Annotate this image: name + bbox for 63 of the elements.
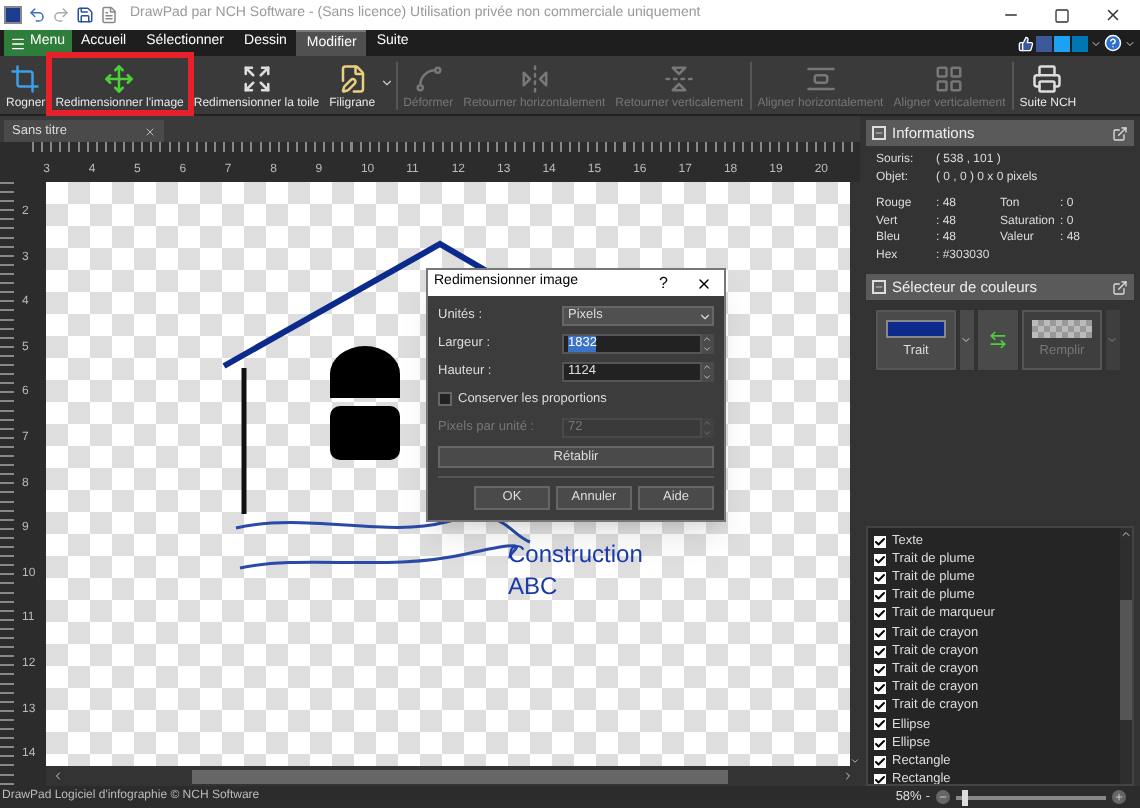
zoom-in-button[interactable] <box>1112 790 1126 804</box>
scroll-up-icon[interactable] <box>1120 528 1132 540</box>
printer-icon <box>1032 64 1063 94</box>
swap-colors-button[interactable] <box>978 310 1018 370</box>
canvas-text: ABC <box>508 570 560 602</box>
undock-icon[interactable] <box>1112 279 1128 295</box>
scroll-left-icon[interactable] <box>52 770 64 782</box>
checkbox[interactable] <box>874 718 886 731</box>
caret-icon[interactable] <box>1124 37 1136 49</box>
checkbox[interactable] <box>874 590 886 603</box>
caret-icon <box>698 309 712 323</box>
align-icon <box>805 64 836 94</box>
undock-icon[interactable] <box>1112 125 1128 141</box>
menu-icon <box>10 35 26 51</box>
curve-icon <box>413 64 444 94</box>
crop-icon <box>10 64 41 94</box>
checkbox[interactable] <box>874 663 886 676</box>
help-button[interactable]: ? <box>659 271 668 295</box>
close-icon[interactable] <box>1104 6 1122 24</box>
swap-icon <box>988 330 1008 350</box>
spin-buttons[interactable] <box>702 362 714 382</box>
vertical-scrollbar[interactable] <box>850 182 860 766</box>
checkbox[interactable] <box>874 774 886 784</box>
save-icon[interactable] <box>76 6 94 24</box>
checkbox[interactable] <box>874 755 886 768</box>
checkbox[interactable] <box>874 700 886 713</box>
maximize-icon[interactable] <box>1054 7 1070 23</box>
horizontal-scrollbar[interactable] <box>46 766 860 786</box>
thumbs-up-icon[interactable] <box>1018 35 1034 51</box>
expand-icon <box>241 64 272 94</box>
checkbox[interactable] <box>874 627 886 640</box>
app-icon <box>4 6 22 24</box>
collapse-icon[interactable] <box>872 280 886 294</box>
file-pen-icon <box>337 64 368 94</box>
flip-vertical-icon <box>664 64 695 94</box>
scroll-thumb[interactable] <box>192 769 729 783</box>
caret-icon[interactable] <box>379 76 394 90</box>
zoom-out-button[interactable] <box>936 790 950 804</box>
scroll-right-icon[interactable] <box>842 770 854 782</box>
slider-thumb[interactable] <box>962 789 968 805</box>
arrows-icon <box>104 64 135 94</box>
door-drawing <box>330 346 400 460</box>
spin-buttons[interactable] <box>702 334 714 354</box>
checkbox[interactable] <box>874 645 886 658</box>
caret-icon[interactable] <box>1090 37 1102 49</box>
document-icon[interactable] <box>100 6 118 24</box>
checkbox[interactable] <box>874 535 886 548</box>
close-icon[interactable] <box>696 275 712 291</box>
help-icon[interactable] <box>1104 34 1122 52</box>
checkbox[interactable] <box>874 737 886 750</box>
canvas-text: Construction <box>508 538 643 570</box>
undo-icon[interactable] <box>28 6 46 24</box>
checkbox[interactable] <box>874 571 886 584</box>
checkbox[interactable] <box>438 392 452 407</box>
checkbox[interactable] <box>874 682 886 695</box>
transparent-swatch <box>1032 319 1092 338</box>
checkbox[interactable] <box>874 553 886 566</box>
vertical-scrollbar[interactable] <box>1120 528 1132 784</box>
collapse-icon[interactable] <box>872 126 886 140</box>
scroll-down-icon[interactable] <box>850 756 860 766</box>
grid-icon <box>934 64 965 94</box>
flip-horizontal-icon <box>519 64 550 94</box>
checkbox[interactable] <box>874 608 886 621</box>
